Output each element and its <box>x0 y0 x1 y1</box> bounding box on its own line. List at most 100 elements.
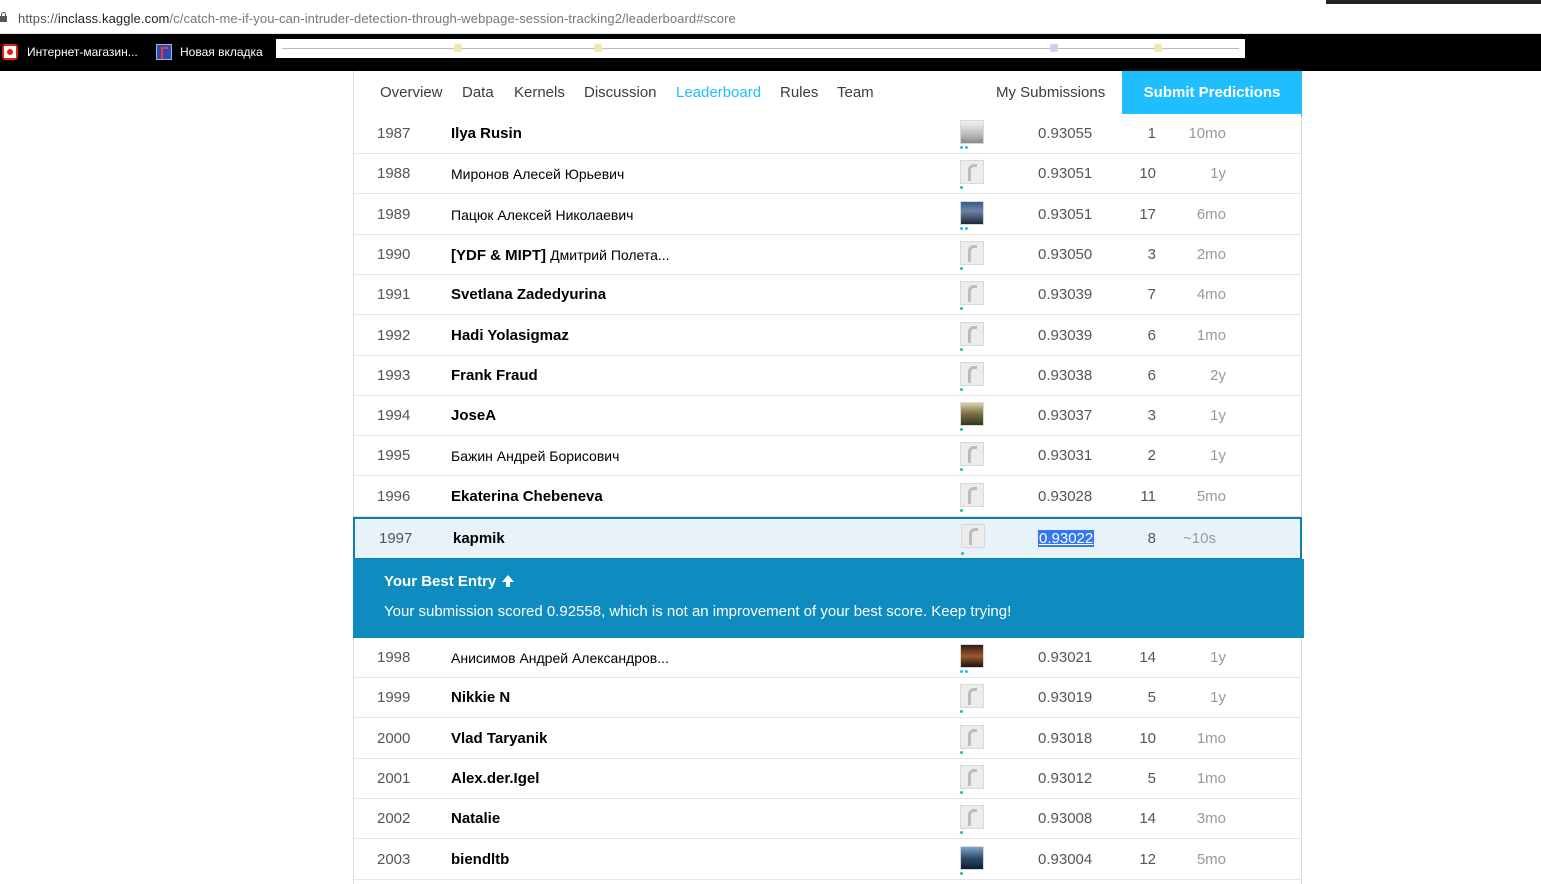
avatar[interactable] <box>960 764 984 789</box>
rank: 1998 <box>377 649 411 666</box>
team-name[interactable]: Alex.der.Igel <box>451 759 539 799</box>
team-name[interactable]: Ilya Rusin <box>451 114 522 154</box>
avatar[interactable] <box>960 200 984 225</box>
avatar[interactable] <box>960 805 984 830</box>
team-name[interactable]: Svetlana Zadedyurina <box>451 275 606 315</box>
team-name[interactable]: Vlad Taryanik <box>451 719 547 759</box>
leaderboard-row[interactable]: 2001 Alex.der.Igel 0.93012 5 1mo <box>354 758 1301 799</box>
team-name[interactable]: biendltb <box>451 840 509 880</box>
leaderboard-row[interactable]: 1991 Svetlana Zadedyurina 0.93039 7 4mo <box>354 275 1301 316</box>
bookmark-shop[interactable]: Интернет-магазин... <box>2 43 138 61</box>
last-submission: 5mo <box>1196 850 1226 868</box>
avatar[interactable] <box>960 120 984 144</box>
avatar[interactable] <box>960 281 984 306</box>
bookmark-new-tab[interactable]: Новая вкладка <box>156 43 263 61</box>
leaderboard-row[interactable]: 2003 biendltb 0.93004 12 5mo <box>354 839 1301 880</box>
submit-predictions-button[interactable]: Submit Predictions <box>1122 71 1302 117</box>
leaderboard-row[interactable]: 1998 Анисимов Андрей Александров... 0.9302… <box>354 638 1301 678</box>
tier-indicator <box>960 428 963 432</box>
last-submission: 1y <box>1210 407 1226 425</box>
leaderboard-row[interactable]: 1992 Hadi Yolasigmaz 0.93039 6 1mo <box>354 315 1301 356</box>
avatar[interactable] <box>960 160 984 185</box>
score: 0.93051 <box>1038 165 1093 183</box>
rank: 1996 <box>377 487 411 505</box>
leaderboard-row[interactable]: 2000 Vlad Taryanik 0.93018 10 1mo <box>354 718 1301 759</box>
my-leaderboard-row[interactable]: 1997 kapmik 0.93022 8 ~10s <box>353 517 1302 560</box>
new-tab-favicon-icon <box>156 44 172 60</box>
entries-count: 11 <box>1140 487 1156 505</box>
avatar[interactable] <box>961 524 985 548</box>
score: 0.93050 <box>1038 245 1093 263</box>
url-text[interactable]: https://inclass.kaggle.com/c/catch-me-if… <box>18 11 736 26</box>
tab-discussion[interactable]: Discussion <box>584 71 657 118</box>
leaderboard-row[interactable]: 1990 [YDF & MIPT] Дмитрий Полета... 0.9305… <box>354 234 1301 276</box>
leaderboard-row[interactable]: 1999 Nikkie N 0.93019 5 1y <box>354 678 1301 719</box>
tier-indicator <box>960 508 963 513</box>
arrow-up-icon <box>501 575 515 587</box>
window-edge <box>1326 0 1541 4</box>
leaderboard-row[interactable]: 1993 Frank Fraud 0.93038 6 2y <box>354 355 1301 396</box>
score: 0.93051 <box>1038 205 1093 223</box>
team-name[interactable]: Nikkie N <box>451 678 510 718</box>
team-name[interactable]: Пацюк Алексей Николаевич <box>451 195 633 235</box>
team-name[interactable]: Анисимов Андрей Александров... <box>451 638 669 678</box>
last-submission: 2mo <box>1196 245 1226 263</box>
entries-count: 12 <box>1139 850 1156 868</box>
tier-indicator <box>960 831 963 835</box>
leaderboard-row[interactable]: 1996 Ekaterina Chebeneva 0.93028 11 5mo <box>354 476 1301 517</box>
tier-indicator <box>960 347 963 352</box>
leaderboard-row[interactable]: 1994 JoseA 0.93037 3 1y <box>354 396 1301 437</box>
address-bar[interactable]: https://inclass.kaggle.com/c/catch-me-if… <box>0 0 1541 34</box>
default-avatar-icon <box>969 528 978 545</box>
team-name[interactable]: JoseA <box>451 396 496 436</box>
rank: 1993 <box>377 366 411 384</box>
last-submission: 1y <box>1210 447 1226 465</box>
team-name[interactable]: Бажин Андрей Борисович <box>451 436 619 476</box>
leaderboard-row[interactable]: 1987 Ilya Rusin 0.93055 1 10mo <box>354 114 1301 154</box>
score: 0.93021 <box>1038 649 1093 666</box>
entries-count: 6 <box>1147 366 1156 384</box>
team-name[interactable]: [YDF & MIPT] Дмитрий Полета... <box>451 235 670 276</box>
team-name-text: Дмитрий Полета... <box>550 246 670 263</box>
team-name[interactable]: Natalie <box>451 799 500 839</box>
tier-indicator <box>960 387 963 392</box>
avatar[interactable] <box>960 402 984 427</box>
avatar[interactable] <box>960 361 984 386</box>
avatar[interactable] <box>960 845 984 870</box>
entries-count: 2 <box>1147 447 1156 465</box>
avatar[interactable] <box>960 724 984 749</box>
tab-team[interactable]: Team <box>837 71 874 118</box>
last-submission: 1mo <box>1196 769 1226 787</box>
avatar[interactable] <box>960 442 984 467</box>
score: 0.93012 <box>1038 769 1093 787</box>
score: 0.93055 <box>1038 125 1093 142</box>
tier-indicator <box>960 186 963 190</box>
avatar[interactable] <box>960 644 984 668</box>
team-name[interactable]: Ekaterina Chebeneva <box>451 477 603 517</box>
leaderboard-row[interactable]: 1988 Миронов Алесей Юрьевич 0.93051 10 1y <box>354 154 1301 195</box>
tab-leaderboard[interactable]: Leaderboard <box>672 71 766 118</box>
rank: 1995 <box>377 447 411 465</box>
leaderboard-row[interactable]: 1989 Пацюк Алексей Николаевич 0.93051 17 6mo <box>354 194 1301 235</box>
leaderboard-row[interactable]: 2002 Natalie 0.93008 14 3mo <box>354 799 1301 840</box>
my-submissions-link[interactable]: My Submissions <box>996 71 1105 118</box>
entries-count: 6 <box>1147 326 1156 344</box>
avatar[interactable] <box>960 240 984 265</box>
avatar[interactable] <box>960 684 984 709</box>
leaderboard-row[interactable]: 1995 Бажин Андрей Борисович 0.93031 2 1y <box>354 436 1301 477</box>
tab-data[interactable]: Data <box>462 71 494 118</box>
avatar[interactable] <box>960 482 984 507</box>
competition-nav: Overview Data Kernels Discussion Leaderb… <box>354 71 1302 118</box>
team-name[interactable]: Frank Fraud <box>451 356 538 396</box>
rank: 1987 <box>377 125 411 142</box>
team-name[interactable]: Миронов Алесей Юрьевич <box>451 154 624 194</box>
tab-rules[interactable]: Rules <box>780 71 818 118</box>
tab-overview[interactable]: Overview <box>380 71 443 118</box>
avatar[interactable] <box>960 321 984 346</box>
best-entry-banner: Your Best Entry Your submission scored 0… <box>353 559 1304 638</box>
team-name[interactable]: kapmik <box>453 519 505 558</box>
last-submission: 1y <box>1210 689 1226 707</box>
entries-count: 5 <box>1147 769 1156 787</box>
tab-kernels[interactable]: Kernels <box>514 71 565 118</box>
team-name[interactable]: Hadi Yolasigmaz <box>451 316 569 356</box>
